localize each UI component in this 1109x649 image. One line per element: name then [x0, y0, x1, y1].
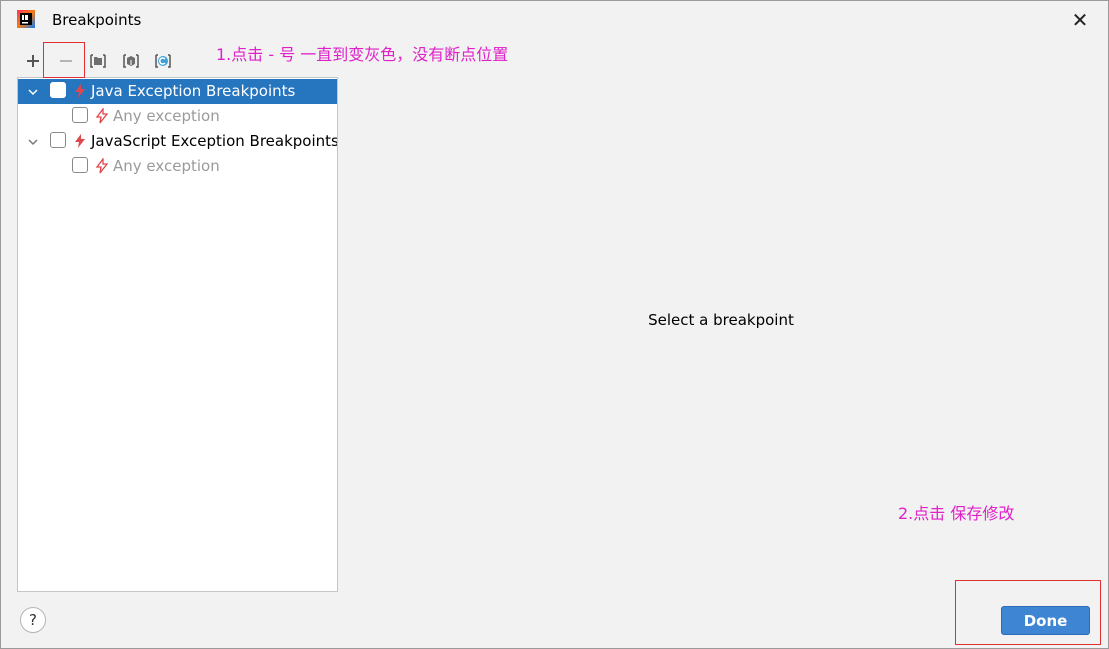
tree-item-label: JavaScript Exception Breakpoints [91, 132, 338, 150]
tree-row-java-any-exception[interactable]: Any exception [18, 104, 337, 129]
chevron-down-icon[interactable] [27, 86, 39, 98]
tree-row-javascript-exception-breakpoints[interactable]: JavaScript Exception Breakpoints [18, 129, 337, 154]
javascript-exception-checkbox[interactable] [50, 132, 66, 148]
java-any-exception-checkbox[interactable] [72, 107, 88, 123]
detail-placeholder: Select a breakpoint [648, 311, 794, 329]
help-button[interactable]: ? [20, 607, 46, 633]
group-folder-icon [90, 54, 106, 68]
exception-bolt-icon [75, 84, 85, 98]
done-button[interactable]: Done [1001, 606, 1090, 635]
group-by-package-button[interactable] [119, 49, 143, 73]
exception-bolt-icon [95, 158, 109, 174]
java-exception-checkbox[interactable] [50, 82, 66, 98]
group-by-file-button[interactable] [86, 49, 110, 73]
annotation-step2: 2.点击 保存修改 [898, 504, 1015, 523]
tree-item-label: Any exception [113, 107, 220, 125]
exception-bolt-icon [75, 134, 85, 148]
remove-highlight-box [43, 42, 85, 78]
close-button[interactable]: ✕ [1067, 7, 1093, 33]
done-button-label: Done [1023, 611, 1068, 630]
group-class-icon [155, 54, 171, 68]
javascript-any-exception-checkbox[interactable] [72, 157, 88, 173]
group-package-icon [123, 54, 139, 68]
intellij-app-icon [17, 10, 35, 28]
add-breakpoint-button[interactable] [21, 49, 45, 73]
breakpoints-dialog: Breakpoints ✕ Java Exception Breakpoints… [0, 0, 1109, 649]
add-icon [27, 55, 39, 67]
title-bar: Breakpoints ✕ [1, 1, 1108, 39]
close-icon: ✕ [1071, 8, 1089, 32]
tree-row-javascript-any-exception[interactable]: Any exception [18, 154, 337, 179]
help-icon: ? [29, 611, 37, 629]
tree-item-label: Java Exception Breakpoints [91, 82, 296, 100]
group-by-class-button[interactable] [151, 49, 175, 73]
dialog-title: Breakpoints [52, 11, 142, 29]
chevron-down-icon[interactable] [27, 136, 39, 148]
exception-bolt-icon [95, 108, 109, 124]
tree-item-label: Any exception [113, 157, 220, 175]
tree-row-java-exception-breakpoints[interactable]: Java Exception Breakpoints [18, 79, 337, 104]
breakpoints-tree[interactable]: Java Exception Breakpoints Any exception… [17, 77, 338, 592]
annotation-step1: 1.点击 - 号 一直到变灰色，没有断点位置 [216, 45, 509, 64]
